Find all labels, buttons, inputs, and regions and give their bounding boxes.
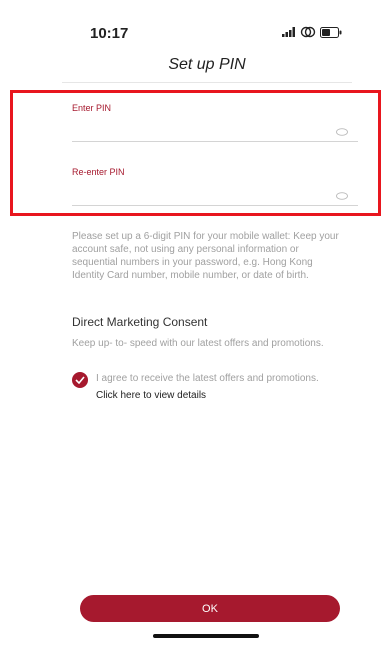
- marketing-consent-description: Keep up- to- speed with our latest offer…: [72, 338, 324, 349]
- marketing-consent-title: Direct Marketing Consent: [72, 315, 208, 329]
- header: Set up PIN: [62, 50, 352, 83]
- status-time: 10:17: [90, 25, 129, 42]
- enter-pin-field: Enter PIN: [72, 101, 358, 142]
- status-bar: 10:17: [0, 22, 392, 42]
- pin-form: Enter PIN Re-enter PIN: [10, 90, 381, 216]
- ok-button[interactable]: OK: [80, 595, 340, 622]
- eye-icon[interactable]: [336, 187, 348, 200]
- wifi-icon: [300, 26, 316, 38]
- pin-instructions: Please set up a 6-digit PIN for your mob…: [72, 231, 339, 281]
- eye-icon[interactable]: [336, 123, 348, 136]
- reenter-pin-label: Re-enter PIN: [72, 167, 125, 177]
- consent-label: I agree to receive the latest offers and…: [96, 373, 319, 384]
- enter-pin-input[interactable]: [72, 119, 312, 137]
- battery-icon: [320, 26, 342, 38]
- signal-icon: [282, 27, 296, 37]
- consent-checkbox[interactable]: [72, 372, 88, 388]
- checkmark-icon: [75, 376, 85, 384]
- view-details-link[interactable]: Click here to view details: [96, 390, 206, 401]
- reenter-pin-field: Re-enter PIN: [72, 165, 358, 206]
- page-title: Set up PIN: [168, 56, 246, 73]
- reenter-pin-input[interactable]: [72, 183, 312, 201]
- enter-pin-label: Enter PIN: [72, 103, 112, 113]
- home-indicator: [153, 634, 259, 638]
- status-icons: [282, 26, 342, 38]
